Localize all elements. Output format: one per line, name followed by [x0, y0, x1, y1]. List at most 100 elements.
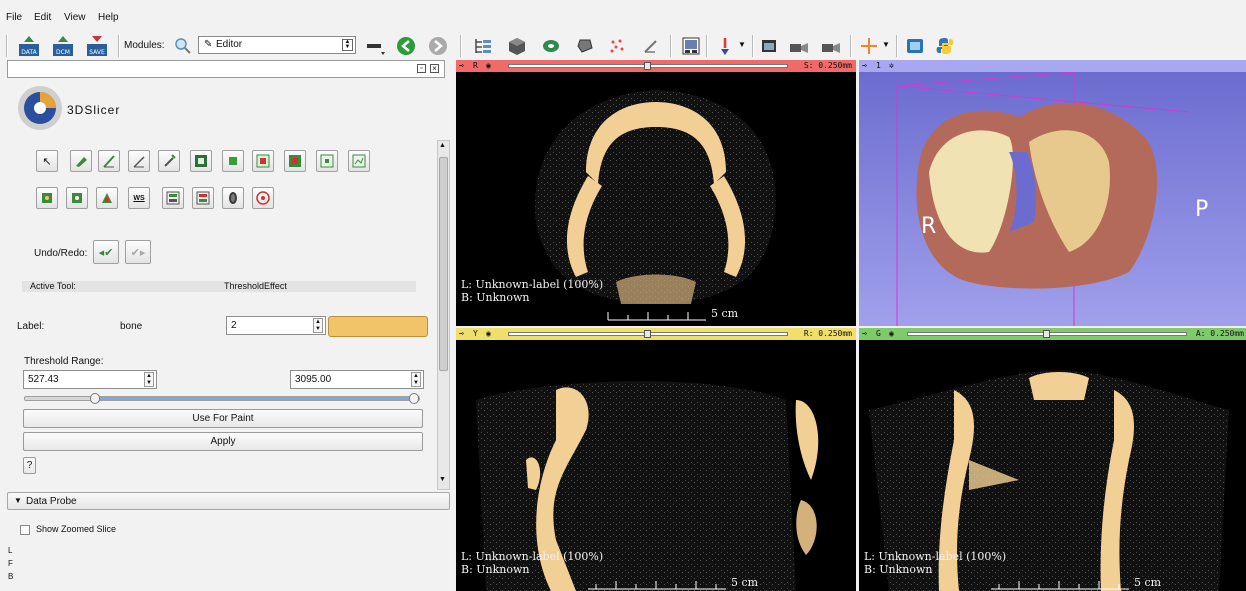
extension-manager-button[interactable]: [904, 35, 926, 57]
models-icon: [543, 40, 559, 52]
float-icon[interactable]: ▫: [417, 64, 426, 73]
effect-island-button[interactable]: [316, 150, 338, 172]
screenshot-button[interactable]: [758, 35, 780, 57]
spin-arrows-icon[interactable]: ▲ ▼: [411, 372, 421, 387]
threed-view[interactable]: R P: [859, 72, 1246, 326]
use-for-paint-button[interactable]: Use For Paint: [23, 409, 423, 428]
crosshair-button[interactable]: [858, 35, 880, 57]
menu-help[interactable]: Help: [98, 12, 119, 23]
threed-view-number: 1: [876, 61, 881, 70]
red-slider-handle[interactable]: [644, 62, 651, 70]
red-slice-slider[interactable]: [508, 62, 788, 70]
redo-button[interactable]: ✔▸: [125, 240, 151, 264]
scrollbar-thumb[interactable]: [439, 157, 448, 371]
pin-icon[interactable]: ⊸: [862, 328, 867, 340]
pin-icon[interactable]: ⊸: [862, 60, 867, 72]
effect-pointer-button[interactable]: ↖: [36, 150, 58, 172]
apply-button[interactable]: Apply: [23, 432, 423, 451]
panel-scrollbar[interactable]: ▲ ▼: [437, 140, 450, 490]
effect-draw-button[interactable]: [98, 150, 120, 172]
module-search-button[interactable]: [172, 35, 194, 57]
effect-fast-marching-button[interactable]: [192, 187, 214, 209]
effect-roi-button[interactable]: [252, 187, 274, 209]
menu-edit[interactable]: Edit: [34, 12, 51, 23]
scroll-down-icon[interactable]: ▼: [439, 476, 446, 483]
green-slice-view[interactable]: L: Unknown-label (100%) B: Unknown 5 cm: [859, 340, 1246, 591]
load-dicom-button[interactable]: DCM: [52, 35, 74, 57]
green-slice-slider[interactable]: [907, 330, 1187, 338]
python-console-button[interactable]: [934, 35, 956, 57]
label-value-spinbox[interactable]: 2 ▲ ▼: [226, 316, 326, 335]
effect-save-islands-button[interactable]: [96, 187, 118, 209]
pin-icon[interactable]: ⊸: [459, 60, 464, 72]
markups-module-button[interactable]: [606, 35, 628, 57]
help-button[interactable]: ?: [23, 457, 36, 474]
gear-icon[interactable]: ✲: [889, 60, 894, 72]
effect-dilate-button[interactable]: [284, 150, 306, 172]
arrow-icon: ↖: [42, 155, 52, 168]
spin-arrows-icon[interactable]: ▲ ▼: [313, 318, 323, 333]
threshold-max-handle[interactable]: [409, 393, 419, 404]
module-history-button[interactable]: [364, 35, 386, 57]
wand-icon: [164, 154, 176, 167]
threshold-range-slider[interactable]: [24, 393, 420, 404]
eye-icon[interactable]: ◉: [889, 328, 894, 340]
red-slice-view[interactable]: L: Unknown-label (100%) B: Unknown 5 cm: [456, 72, 856, 326]
menu-view[interactable]: View: [64, 12, 86, 23]
yellow-slider-handle[interactable]: [644, 330, 651, 338]
scene-view-alt-button[interactable]: [820, 35, 842, 57]
editor-module-button[interactable]: [640, 35, 662, 57]
effect-change-island-button[interactable]: [36, 187, 58, 209]
threshold-min-spinbox[interactable]: 527.43 ▲ ▼: [23, 370, 157, 389]
target-icon: [256, 191, 270, 205]
effect-remove-islands-button[interactable]: [66, 187, 88, 209]
volumes-module-button[interactable]: [506, 35, 528, 57]
scene-view-button[interactable]: [788, 35, 810, 57]
module-selector[interactable]: ✎ Editor ▲ ▼: [198, 36, 356, 54]
data-probe-header[interactable]: ▼ Data Probe: [7, 492, 450, 510]
show-zoomed-checkbox[interactable]: [20, 525, 30, 535]
data-module-button[interactable]: [472, 35, 494, 57]
effect-wand-button[interactable]: [158, 150, 180, 172]
yellow-slice-view[interactable]: L: Unknown-label (100%) B: Unknown 5 cm: [456, 340, 856, 591]
dropdown-arrow-icon[interactable]: ▼: [738, 40, 746, 49]
effect-watershed-button[interactable]: WS: [128, 187, 150, 209]
effect-identify-islands-button[interactable]: [348, 150, 370, 172]
models-module-button[interactable]: [540, 35, 562, 57]
eye-icon[interactable]: ◉: [486, 328, 491, 340]
load-data-icon: DATA: [19, 36, 39, 56]
effect-level-tracing-button[interactable]: [128, 150, 150, 172]
spin-arrows-icon[interactable]: ▲ ▼: [144, 372, 154, 387]
menu-file[interactable]: File: [6, 12, 22, 23]
threshold-min-handle[interactable]: [90, 393, 101, 404]
effect-threshold-button[interactable]: [190, 150, 212, 172]
undo-button[interactable]: ◂✔: [93, 240, 119, 264]
mouse-mode-button[interactable]: [714, 35, 736, 57]
dropdown-arrow-icon[interactable]: ▼: [882, 40, 890, 49]
eye-icon[interactable]: ◉: [486, 60, 491, 72]
island-icon: [320, 154, 334, 168]
save-button[interactable]: SAVE: [86, 35, 108, 57]
modules-label: Modules:: [124, 40, 165, 51]
scroll-up-icon[interactable]: ▲: [439, 142, 446, 149]
back-button[interactable]: [396, 35, 418, 57]
layout-button[interactable]: [680, 35, 702, 57]
save-icon: SAVE: [87, 36, 107, 56]
label-color-swatch[interactable]: [328, 316, 428, 337]
load-data-button[interactable]: DATA: [18, 35, 40, 57]
svg-text:DCM: DCM: [56, 49, 70, 56]
effect-rectangle-button[interactable]: [222, 150, 244, 172]
effect-grow-cut-button[interactable]: [162, 187, 184, 209]
effect-erode-button[interactable]: [252, 150, 274, 172]
editor-icon: [644, 40, 657, 53]
yellow-slice-slider[interactable]: [508, 330, 788, 338]
forward-button[interactable]: [428, 35, 450, 57]
transforms-module-button[interactable]: [574, 35, 596, 57]
pin-icon[interactable]: ⊸: [459, 328, 464, 340]
close-icon[interactable]: ×: [430, 64, 439, 73]
threshold-max-spinbox[interactable]: 3095.00 ▲ ▼: [290, 370, 424, 389]
green-slider-handle[interactable]: [1043, 330, 1050, 338]
tree-icon: [475, 39, 491, 53]
effect-wand-effect-button[interactable]: [222, 187, 244, 209]
effect-paint-button[interactable]: [70, 150, 92, 172]
